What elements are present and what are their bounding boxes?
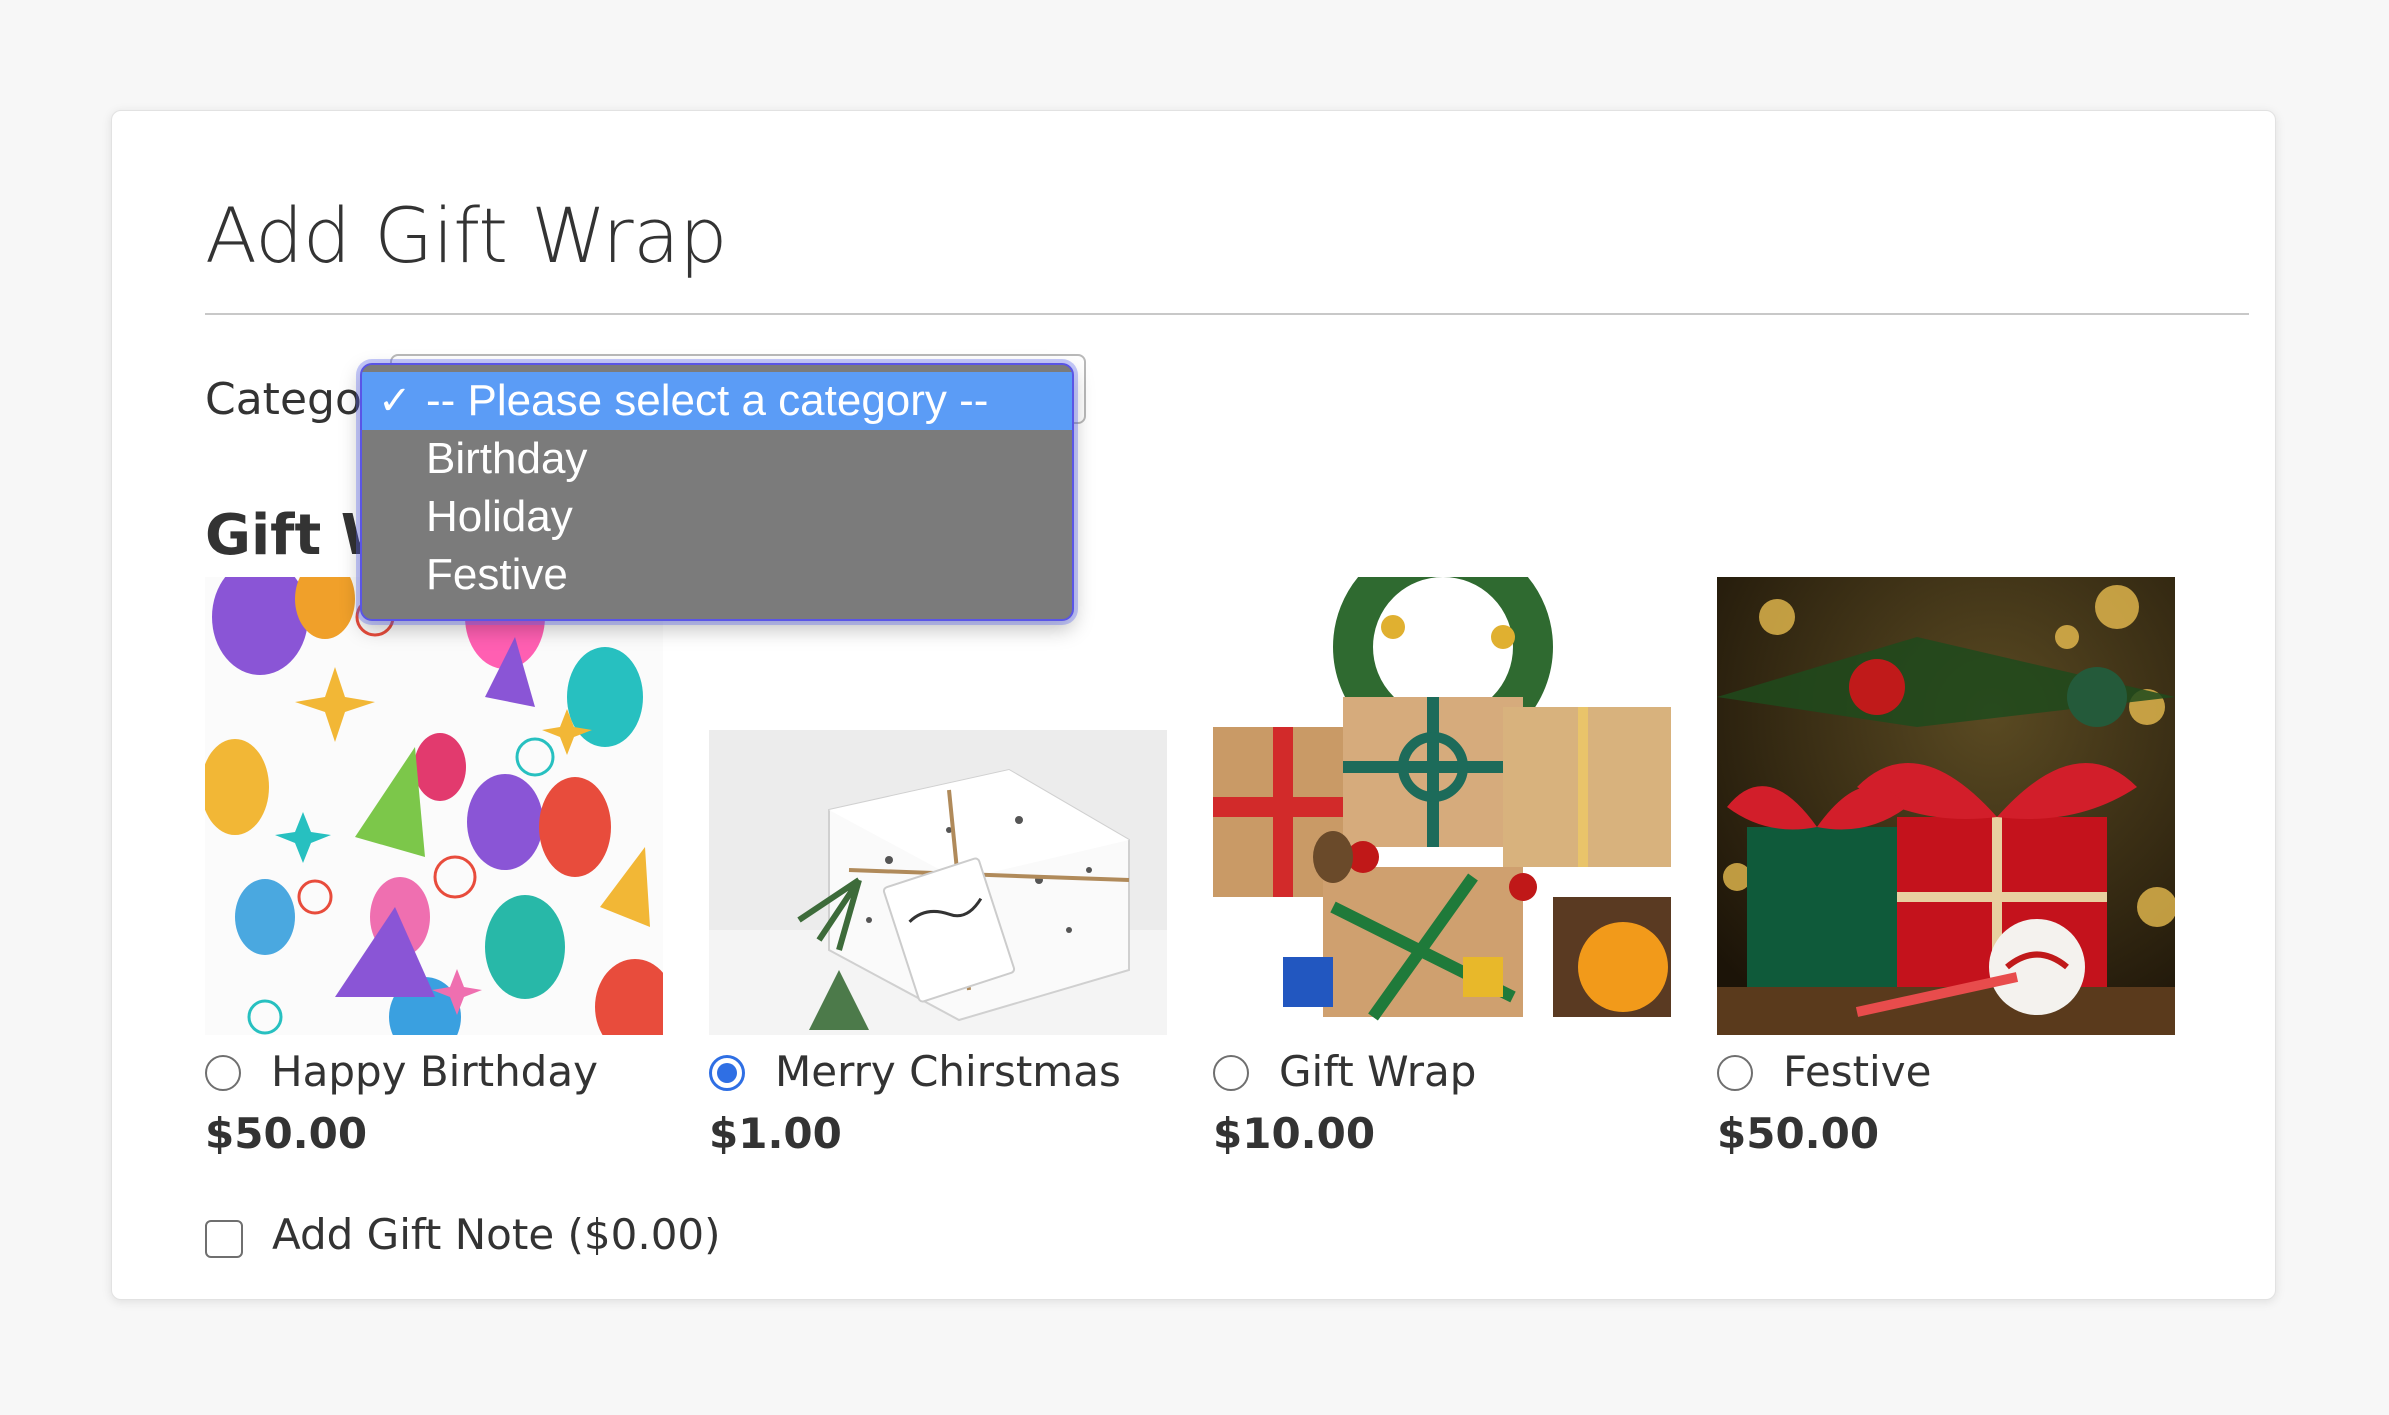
option-label: Holiday [426,492,573,541]
option-label: -- Please select a category -- [426,376,989,425]
product-image-festive[interactable] [1717,577,2175,1035]
product-name: Merry Chirstmas [775,1047,1121,1096]
product-image-gift-wrap[interactable] [1213,577,1671,1035]
category-option-festive[interactable]: Festive [362,546,1072,604]
product-price: $10.00 [1213,1109,1376,1158]
option-label: Birthday [426,434,588,483]
category-option-placeholder[interactable]: ✓ -- Please select a category -- [362,372,1072,430]
title-divider [205,313,2249,315]
product-image-happy-birthday[interactable] [205,577,663,1035]
gift-note-label: Add Gift Note ($0.00) [272,1210,721,1259]
product-radio-gift-wrap[interactable] [1213,1055,1249,1091]
category-dropdown-list: ✓ -- Please select a category -- Birthda… [360,363,1074,621]
option-label: Festive [426,550,568,599]
checkmark-icon: ✓ [378,379,412,423]
product-radio-merry-christmas[interactable] [709,1055,745,1091]
product-price: $1.00 [709,1109,842,1158]
gift-wrap-card: Add Gift Wrap Category Gift Wrap Happy B… [111,110,2276,1300]
gift-note-checkbox[interactable] [205,1220,243,1258]
product-radio-festive[interactable] [1717,1055,1753,1091]
product-price: $50.00 [205,1109,368,1158]
product-name: Gift Wrap [1279,1047,1477,1096]
product-price: $50.00 [1717,1109,1880,1158]
category-option-holiday[interactable]: Holiday [362,488,1072,546]
product-radio-happy-birthday[interactable] [205,1055,241,1091]
product-image-merry-christmas[interactable] [709,730,1167,1035]
category-option-birthday[interactable]: Birthday [362,430,1072,488]
product-name: Happy Birthday [271,1047,598,1096]
page-title: Add Gift Wrap [205,191,727,280]
product-name: Festive [1783,1047,1932,1096]
